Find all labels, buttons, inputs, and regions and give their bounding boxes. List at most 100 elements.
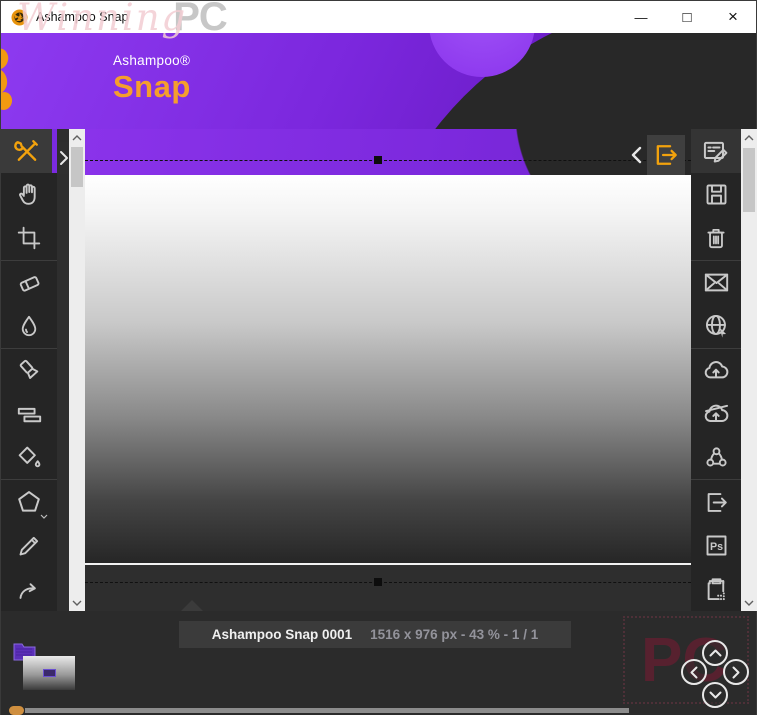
action-upload-web[interactable] bbox=[691, 304, 741, 348]
action-save[interactable] bbox=[691, 173, 741, 217]
chevron-down-icon bbox=[40, 514, 48, 519]
clipboard-icon bbox=[707, 578, 725, 600]
chevron-up-icon bbox=[744, 134, 754, 140]
tool-tools[interactable] bbox=[1, 129, 57, 173]
status-bar: Ashampoo Snap 0001 1516 x 976 px - 43 % … bbox=[179, 621, 571, 648]
brand-product: Snap bbox=[113, 69, 191, 104]
scroll-up-button[interactable] bbox=[741, 129, 757, 146]
mail-icon bbox=[704, 273, 728, 292]
action-edit-note[interactable] bbox=[691, 129, 741, 173]
main-area: Ps bbox=[1, 129, 757, 611]
scroll-thumb[interactable] bbox=[743, 148, 755, 212]
selection-handle-bottom[interactable] bbox=[374, 578, 382, 586]
close-button[interactable]: × bbox=[710, 1, 756, 33]
chevron-down-icon bbox=[744, 600, 754, 606]
action-cloud-sync[interactable] bbox=[691, 392, 741, 436]
action-photoshop[interactable]: Ps bbox=[691, 524, 741, 568]
nav-right-button[interactable] bbox=[723, 659, 749, 685]
minimize-button[interactable]: — bbox=[618, 1, 664, 33]
action-email[interactable] bbox=[691, 259, 741, 305]
scroll-down-button[interactable] bbox=[69, 594, 85, 611]
collapse-panel-button[interactable] bbox=[625, 137, 647, 173]
highlighter-icon bbox=[19, 359, 38, 379]
nav-right-icon bbox=[732, 666, 740, 678]
tool-eraser[interactable] bbox=[1, 259, 57, 305]
nav-down-button[interactable] bbox=[702, 682, 728, 708]
tool-shapes[interactable] bbox=[1, 392, 57, 436]
nav-left-button[interactable] bbox=[681, 659, 707, 685]
window-title: Ashampoo Snap bbox=[36, 10, 129, 24]
action-cloud-upload[interactable] bbox=[691, 347, 741, 393]
nav-up-icon bbox=[709, 649, 721, 657]
action-export[interactable] bbox=[691, 479, 741, 524]
action-delete[interactable] bbox=[691, 216, 741, 260]
fill-bucket-icon bbox=[18, 446, 40, 468]
status-pointer bbox=[181, 600, 203, 611]
app-header: Ashampoo® Snap bbox=[1, 33, 756, 129]
globe-icon bbox=[705, 315, 726, 339]
cloud-sync-icon bbox=[704, 404, 729, 423]
action-clipboard[interactable] bbox=[691, 567, 741, 611]
pentagon-icon bbox=[18, 491, 40, 512]
brand-block: Ashampoo® Snap bbox=[113, 53, 191, 105]
captured-image-header bbox=[85, 129, 691, 175]
chevron-left-icon bbox=[631, 146, 642, 164]
capture-thumbnail[interactable] bbox=[23, 656, 75, 690]
tool-fill[interactable] bbox=[1, 436, 57, 480]
thumbnail-detail bbox=[43, 669, 56, 677]
selection-handle-top[interactable] bbox=[374, 156, 382, 164]
photoshop-icon: Ps bbox=[706, 535, 726, 556]
selection-top-edge[interactable] bbox=[85, 160, 691, 161]
export-icon bbox=[707, 492, 727, 512]
canvas-vscrollbar[interactable] bbox=[69, 129, 85, 611]
action-share[interactable] bbox=[691, 436, 741, 480]
nav-left-icon bbox=[690, 666, 698, 678]
save-icon bbox=[706, 184, 726, 205]
tool-crop[interactable] bbox=[1, 216, 57, 260]
nav-up-button[interactable] bbox=[702, 640, 728, 666]
panel-vscrollbar[interactable] bbox=[741, 129, 757, 611]
eraser-icon bbox=[19, 276, 39, 292]
tool-polygon[interactable] bbox=[1, 479, 57, 524]
export-orange-icon bbox=[656, 145, 677, 165]
scroll-up-button[interactable] bbox=[69, 129, 85, 146]
bottom-bar: Ashampoo Snap 0001 1516 x 976 px - 43 % … bbox=[1, 600, 756, 715]
tool-blur[interactable] bbox=[1, 304, 57, 348]
quick-export-button[interactable] bbox=[647, 135, 685, 175]
brand-name: Ashampoo® bbox=[113, 53, 191, 68]
shapes-bars-icon bbox=[17, 407, 41, 422]
trash-icon bbox=[707, 228, 725, 248]
chevron-down-icon bbox=[72, 600, 82, 606]
svg-text:Ps: Ps bbox=[709, 541, 722, 553]
document-name: Ashampoo Snap 0001 bbox=[211, 627, 353, 642]
filmstrip-scroll-thumb[interactable] bbox=[9, 706, 24, 715]
tools-icon bbox=[13, 139, 38, 161]
droplet-icon bbox=[21, 315, 37, 337]
ashampoo-flame-icon bbox=[1, 48, 13, 110]
titlebar: Ashampoo Snap — □ × bbox=[1, 1, 756, 33]
curve-arrow-icon bbox=[19, 582, 36, 599]
document-meta: 1516 x 976 px - 43 % - 1 / 1 bbox=[370, 627, 539, 642]
chevron-right-icon bbox=[60, 151, 68, 165]
scroll-thumb[interactable] bbox=[71, 147, 83, 187]
note-edit-icon bbox=[703, 141, 728, 163]
captured-image bbox=[85, 175, 691, 565]
canvas-corner-buttons bbox=[625, 129, 691, 181]
left-toolbar bbox=[1, 129, 57, 611]
tool-highlighter[interactable] bbox=[1, 347, 57, 393]
nav-down-icon bbox=[709, 691, 721, 699]
cloud-upload-icon bbox=[704, 360, 729, 378]
maximize-button[interactable]: □ bbox=[664, 1, 710, 33]
chevron-up-icon bbox=[72, 134, 82, 140]
tool-pan[interactable] bbox=[1, 173, 57, 217]
filmstrip-hscrollbar[interactable] bbox=[25, 708, 629, 713]
editor-canvas[interactable] bbox=[85, 129, 691, 611]
header-dark-circle bbox=[366, 33, 756, 129]
scroll-down-button[interactable] bbox=[741, 594, 757, 611]
selection-bottom-edge[interactable] bbox=[85, 582, 691, 583]
right-toolbar: Ps bbox=[691, 129, 741, 611]
share-icon bbox=[705, 447, 727, 467]
crop-icon bbox=[17, 226, 41, 250]
tool-pencil[interactable] bbox=[1, 524, 57, 568]
tool-curve-arrow[interactable] bbox=[1, 567, 57, 611]
